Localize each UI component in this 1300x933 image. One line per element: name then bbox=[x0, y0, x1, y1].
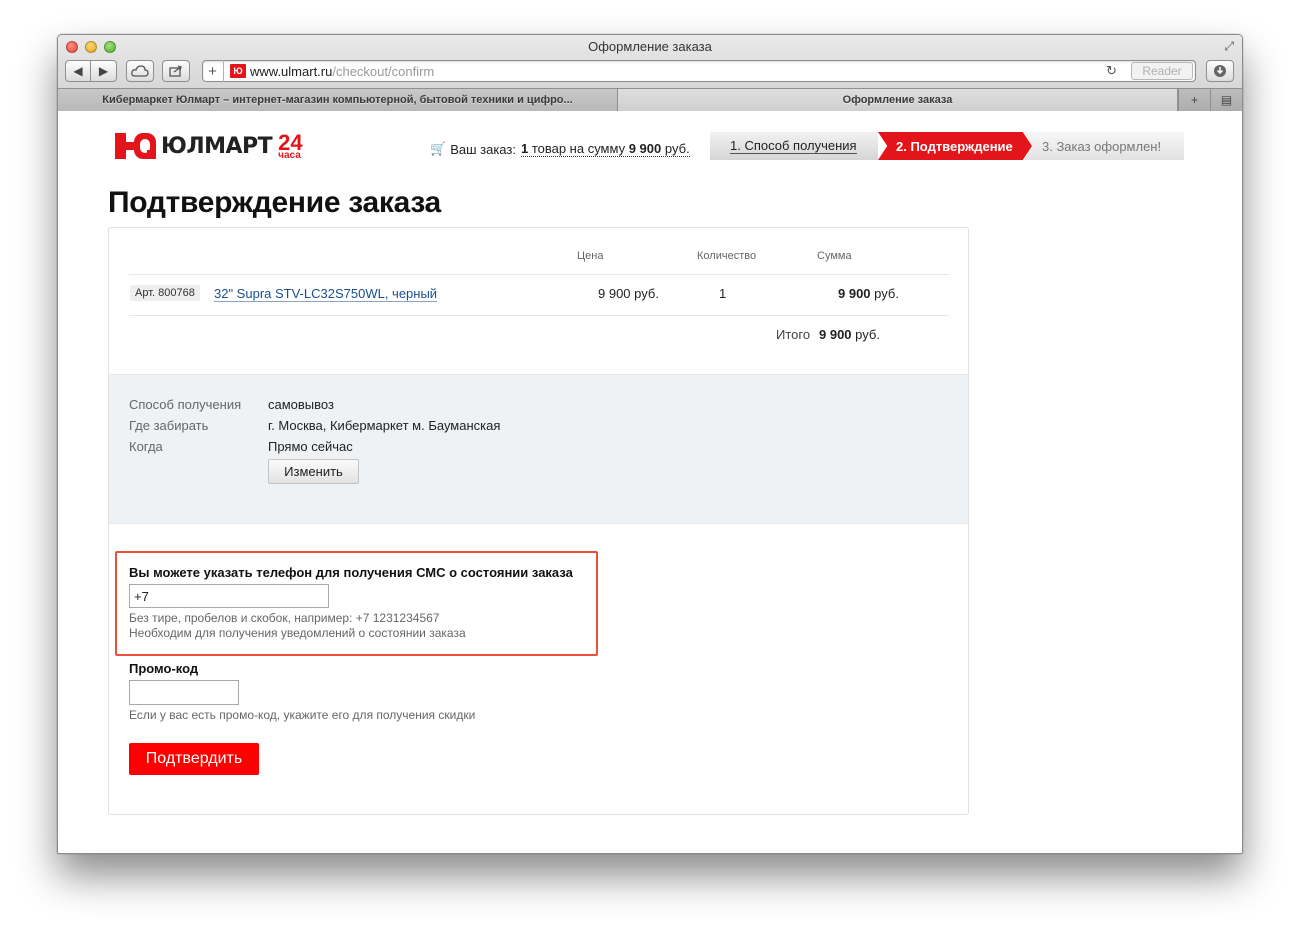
order-panel: Цена Количество Сумма Арт. 800768 32" Su… bbox=[108, 227, 969, 815]
browser-titlebar: Оформление заказа ⤢ ◀ ▶ + Ю www.ulmart.r… bbox=[58, 35, 1242, 111]
fullscreen-icon[interactable]: ⤢ bbox=[1224, 39, 1234, 54]
step-confirmation-active: 2. Подтверждение bbox=[878, 132, 1032, 160]
pickup-place-value: г. Москва, Кибермаркет м. Бауманская bbox=[268, 418, 501, 433]
share-icon bbox=[169, 65, 182, 77]
step-order-complete: 3. Заказ оформлен! bbox=[1024, 132, 1184, 160]
total-label: Итого bbox=[776, 327, 811, 342]
tab-label: Оформление заказа bbox=[842, 94, 953, 106]
phone-input[interactable] bbox=[129, 584, 329, 608]
tab-bar: Кибермаркет Юлмарт – интернет-магазин ко… bbox=[58, 88, 1242, 111]
delivery-method-label: Способ получения bbox=[129, 397, 242, 412]
order-item-count: 1 bbox=[520, 141, 529, 156]
page-content: ЮЛМАРТ 24 часа 🛒 Ваш заказ: 1 товар на с… bbox=[58, 112, 1242, 853]
tab-label: Кибермаркет Юлмарт – интернет-магазин ко… bbox=[102, 94, 573, 106]
product-sum-value: 9 900 bbox=[838, 286, 871, 301]
browser-window: Оформление заказа ⤢ ◀ ▶ + Ю www.ulmart.r… bbox=[57, 34, 1243, 854]
pickup-time-value: Прямо сейчас bbox=[268, 439, 353, 454]
new-tab-icon[interactable]: + bbox=[1178, 89, 1210, 111]
tab-ulmart-home[interactable]: Кибермаркет Юлмарт – интернет-магазин ко… bbox=[58, 89, 618, 111]
checkout-steps: 1. Способ получения 2. Подтверждение 3. … bbox=[710, 132, 1184, 160]
nav-buttons: ◀ ▶ bbox=[65, 60, 117, 82]
pickup-time-label: Когда bbox=[129, 439, 163, 454]
forward-button[interactable]: ▶ bbox=[91, 60, 117, 82]
download-icon bbox=[1214, 65, 1226, 77]
order-currency: руб. bbox=[664, 141, 690, 156]
site-header: ЮЛМАРТ 24 часа 🛒 Ваш заказ: 1 товар на с… bbox=[108, 132, 1192, 164]
total-amount: 9 900 bbox=[819, 327, 852, 342]
downloads-button[interactable] bbox=[1206, 60, 1234, 82]
cart-icon: 🛒 bbox=[430, 141, 447, 156]
back-button[interactable]: ◀ bbox=[65, 60, 91, 82]
share-button[interactable] bbox=[162, 60, 190, 82]
page-title: Подтверждение заказа bbox=[108, 186, 441, 219]
tab-tools: + ▤ bbox=[1178, 89, 1242, 111]
tab-checkout[interactable]: Оформление заказа bbox=[618, 89, 1178, 111]
order-summary-link[interactable]: 1 товар на сумму 9 900 руб. bbox=[520, 141, 690, 157]
sms-phone-title: Вы можете указать телефон для получения … bbox=[129, 565, 573, 580]
logo-text: ЮЛМАРТ bbox=[161, 134, 273, 159]
ulmart-logo-icon bbox=[115, 133, 156, 159]
icloud-button[interactable] bbox=[126, 60, 154, 82]
change-delivery-button[interactable]: Изменить bbox=[268, 459, 359, 484]
tab-overview-icon[interactable]: ▤ bbox=[1210, 89, 1242, 111]
delivery-info: Способ получения самовывоз Где забирать … bbox=[109, 374, 968, 524]
product-sum-currency: руб. bbox=[874, 286, 899, 301]
product-sum: 9 900 руб. bbox=[838, 286, 899, 301]
step-delivery-method[interactable]: 1. Способ получения bbox=[710, 132, 878, 160]
delivery-method-value: самовывоз bbox=[268, 397, 334, 412]
address-bar[interactable]: + Ю www.ulmart.ru/checkout/confirm ↻ Rea… bbox=[202, 60, 1196, 82]
confirm-order-button[interactable]: Подтвердить bbox=[129, 743, 259, 775]
site-favicon-icon: Ю bbox=[230, 64, 246, 78]
phone-hint-purpose: Необходим для получения уведомлений о со… bbox=[129, 626, 466, 640]
order-sum: 9 900 bbox=[628, 141, 662, 156]
url-host: www.ulmart.ru bbox=[250, 63, 333, 79]
product-link[interactable]: 32" Supra STV-LC32S750WL, черный bbox=[214, 286, 438, 302]
site-logo[interactable]: ЮЛМАРТ 24 часа bbox=[115, 132, 303, 161]
product-price: 9 900 руб. bbox=[598, 286, 659, 301]
total-value: 9 900 руб. bbox=[819, 327, 880, 342]
table-divider bbox=[129, 315, 949, 316]
pickup-place-label: Где забирать bbox=[129, 418, 209, 433]
add-bookmark-icon[interactable]: + bbox=[202, 60, 224, 82]
order-summary: 🛒 Ваш заказ: 1 товар на сумму 9 900 руб. bbox=[430, 141, 690, 157]
product-quantity: 1 bbox=[719, 286, 727, 301]
window-title: Оформление заказа bbox=[588, 39, 712, 54]
reload-icon[interactable]: ↻ bbox=[1106, 63, 1117, 79]
column-header-price: Цена bbox=[577, 250, 604, 262]
order-summary-middle: товар на сумму bbox=[531, 141, 626, 156]
url-path: /checkout/confirm bbox=[332, 63, 435, 79]
order-summary-prefix: Ваш заказ: bbox=[450, 141, 516, 157]
step-label: 3. Заказ оформлен! bbox=[1042, 138, 1162, 154]
total-currency: руб. bbox=[855, 327, 880, 342]
logo-24-hours: 24 часа bbox=[278, 132, 302, 161]
logo-hours-label: часа bbox=[278, 150, 301, 161]
table-divider bbox=[129, 274, 949, 275]
browser-toolbar: ◀ ▶ + Ю www.ulmart.ru/checkout/confirm ↻ bbox=[65, 59, 1234, 83]
cloud-icon bbox=[131, 65, 149, 77]
step-label: 2. Подтверждение bbox=[896, 138, 1013, 154]
step-label: 1. Способ получения bbox=[730, 138, 857, 154]
article-badge: Арт. 800768 bbox=[130, 285, 200, 301]
promo-code-input[interactable] bbox=[129, 680, 239, 705]
phone-hint-format: Без тире, пробелов и скобок, например: +… bbox=[129, 611, 440, 625]
promo-code-hint: Если у вас есть промо-код, укажите его д… bbox=[129, 708, 476, 722]
reader-button[interactable]: Reader bbox=[1131, 62, 1193, 80]
column-header-sum: Сумма bbox=[817, 250, 852, 262]
promo-code-title: Промо-код bbox=[129, 661, 199, 676]
column-header-quantity: Количество bbox=[697, 250, 757, 262]
